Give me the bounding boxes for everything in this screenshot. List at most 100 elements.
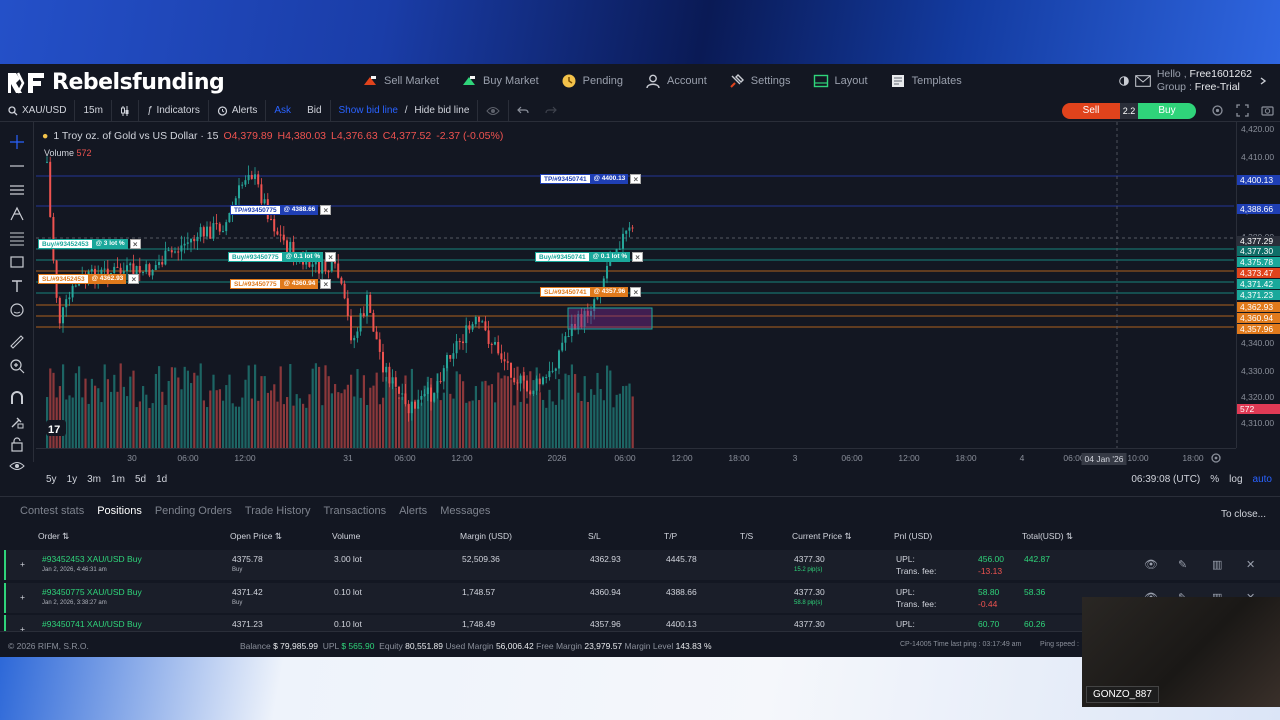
trend-line-icon[interactable]: [9, 158, 25, 174]
cell-order[interactable]: #93450775 XAU/USD Buy: [42, 587, 142, 597]
nav-sell-market[interactable]: Sell Market: [362, 73, 439, 89]
col-open-price[interactable]: Open Price ⇅: [230, 531, 282, 542]
expand-row-icon[interactable]: +: [20, 559, 25, 569]
tab-messages[interactable]: Messages: [440, 505, 490, 517]
buy-button[interactable]: Buy: [1138, 103, 1196, 119]
mail-icon[interactable]: [1135, 75, 1151, 87]
emoji-icon[interactable]: [9, 302, 25, 318]
col-tp[interactable]: T/P: [664, 531, 677, 541]
ruler-icon[interactable]: [9, 334, 25, 350]
price-axis[interactable]: 4,420.004,410.004,390.004,380.004,340.00…: [1236, 122, 1280, 448]
camera-icon[interactable]: [1261, 104, 1274, 117]
order-line-label[interactable]: Buy/#93450741 @ 0.1 lot % ×: [535, 252, 644, 262]
chart-settings-gear-icon[interactable]: [1210, 452, 1222, 464]
nav-buy-market[interactable]: Buy Market: [461, 73, 539, 89]
candlestick-chart[interactable]: 17: [36, 122, 1234, 448]
fib-retracement-icon[interactable]: [9, 230, 25, 246]
redo-button[interactable]: [537, 100, 565, 122]
chart-icon[interactable]: ▥: [1212, 558, 1226, 572]
zoom-in-icon[interactable]: [9, 358, 25, 374]
order-line-label[interactable]: TP/#93450775 @ 4388.66 ×: [230, 205, 332, 215]
symbol-search[interactable]: XAU/USD: [0, 99, 76, 122]
lock-drawing-icon[interactable]: [9, 414, 25, 430]
nav-templates[interactable]: Templates: [890, 73, 962, 89]
nav-layout[interactable]: Layout: [813, 73, 868, 89]
close-icon[interactable]: ×: [129, 239, 141, 249]
alerts-button[interactable]: Alerts: [209, 99, 267, 122]
lock-icon[interactable]: [9, 436, 25, 452]
log-scale-toggle[interactable]: log: [1229, 474, 1242, 485]
percent-scale-toggle[interactable]: %: [1210, 474, 1219, 485]
col-volume[interactable]: Volume: [332, 531, 360, 541]
cell-order[interactable]: #93452453 XAU/USD Buy: [42, 554, 142, 564]
col-total[interactable]: Total(USD) ⇅: [1022, 531, 1073, 542]
auto-scale-toggle[interactable]: auto: [1253, 474, 1272, 485]
brand-logo[interactable]: Rebelsfunding: [6, 70, 225, 95]
range-5d[interactable]: 5d: [135, 474, 146, 485]
rectangle-icon[interactable]: [9, 254, 25, 270]
close-icon[interactable]: ×: [630, 287, 642, 297]
tab-contest-stats[interactable]: Contest stats: [20, 505, 84, 517]
text-tool-icon[interactable]: [9, 278, 25, 294]
hide-bid-line-link[interactable]: Hide bid line: [414, 105, 469, 116]
range-5y[interactable]: 5y: [46, 474, 57, 485]
undo-button[interactable]: [509, 100, 537, 122]
col-ts[interactable]: T/S: [740, 531, 753, 541]
hide-drawings-button[interactable]: [478, 99, 510, 122]
order-line-label[interactable]: Buy/#93452453 @ 3 lot % ×: [38, 239, 141, 249]
range-1d[interactable]: 1d: [156, 474, 167, 485]
pitchfork-icon[interactable]: [9, 206, 25, 222]
order-line-label[interactable]: TP/#93450741 @ 4400.13 ×: [540, 174, 642, 184]
fullscreen-icon[interactable]: [1236, 104, 1249, 117]
eye-visibility-icon[interactable]: [9, 458, 25, 474]
theme-toggle-icon[interactable]: [1119, 76, 1129, 86]
horizontal-lines-icon[interactable]: [9, 182, 25, 198]
expand-row-icon[interactable]: +: [20, 592, 25, 602]
range-3m[interactable]: 3m: [87, 474, 101, 485]
col-sl[interactable]: S/L: [588, 531, 601, 541]
col-order[interactable]: Order ⇅: [38, 531, 69, 542]
nav-account[interactable]: Account: [645, 73, 707, 89]
range-1y[interactable]: 1y: [67, 474, 78, 485]
tab-positions[interactable]: Positions: [97, 505, 142, 517]
order-line-label[interactable]: SL/#93452453 @ 4362.93 ×: [38, 274, 140, 284]
user-menu-chevron-icon[interactable]: [1258, 76, 1268, 86]
indicators-button[interactable]: ƒ Indicators: [139, 99, 209, 122]
ask-toggle[interactable]: Ask: [266, 100, 299, 122]
col-pnl[interactable]: Pnl (USD): [894, 531, 932, 541]
range-1m[interactable]: 1m: [111, 474, 125, 485]
col-margin[interactable]: Margin (USD): [460, 531, 512, 541]
order-line-label[interactable]: SL/#93450741 @ 4357.96 ×: [540, 287, 642, 297]
nav-pending[interactable]: Pending: [561, 73, 623, 89]
close-position-icon[interactable]: ✕: [1246, 558, 1260, 572]
magnet-icon[interactable]: [9, 390, 25, 406]
time-axis[interactable]: 30 06:00 12:00 31 06:00 12:00 2026 06:00 12:00 18…: [36, 448, 1236, 466]
close-icon[interactable]: ×: [325, 252, 337, 262]
tab-trade-history[interactable]: Trade History: [245, 505, 311, 517]
price-chart[interactable]: 17: [36, 122, 1234, 448]
tab-pending-orders[interactable]: Pending Orders: [155, 505, 232, 517]
order-line-label[interactable]: SL/#93450775 @ 4360.94 ×: [230, 279, 332, 289]
close-icon[interactable]: ×: [630, 174, 642, 184]
interval-button[interactable]: 15m: [75, 99, 112, 122]
show-bid-line-link[interactable]: Show bid line: [339, 105, 398, 116]
col-current-price[interactable]: Current Price ⇅: [792, 531, 852, 542]
utc-clock[interactable]: 06:39:08 (UTC): [1131, 474, 1200, 485]
crosshair-icon[interactable]: [9, 134, 25, 150]
nav-settings[interactable]: Settings: [729, 73, 791, 89]
tab-transactions[interactable]: Transactions: [324, 505, 387, 517]
gear-icon[interactable]: [1211, 104, 1224, 117]
chart-type-button[interactable]: [112, 99, 139, 122]
close-icon[interactable]: ×: [128, 274, 140, 284]
sell-button[interactable]: Sell: [1062, 103, 1120, 119]
edit-icon[interactable]: ✎: [1178, 558, 1192, 572]
close-all-button[interactable]: To close...: [1221, 509, 1266, 520]
close-icon[interactable]: ×: [320, 279, 332, 289]
view-icon[interactable]: 👁: [1144, 558, 1158, 572]
order-line-label[interactable]: Buy/#93450775 @ 0.1 lot % ×: [228, 252, 337, 262]
close-icon[interactable]: ×: [320, 205, 332, 215]
close-icon[interactable]: ×: [632, 252, 644, 262]
position-row[interactable]: + #93452453 XAU/USD Buy 4375.78 3.00 lot 52,…: [4, 550, 1280, 580]
tab-alerts[interactable]: Alerts: [399, 505, 427, 517]
cell-order[interactable]: #93450741 XAU/USD Buy: [42, 619, 142, 629]
